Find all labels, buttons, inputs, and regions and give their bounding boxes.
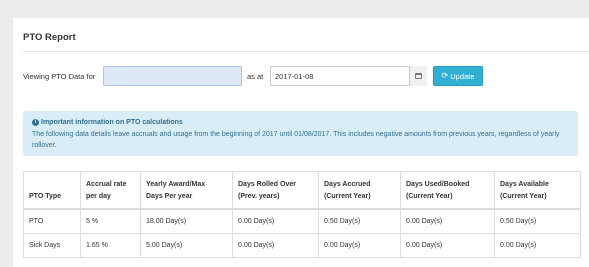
header-days-accrued: Days Accrued (Current Year) <box>318 171 401 210</box>
title-divider <box>23 51 589 52</box>
cell-days-accrued: 0.50 Day(s) <box>318 209 401 234</box>
header-accrual-rate: Accrual rate per day <box>80 171 141 210</box>
header-days-available: Days Available (Current Year) <box>494 171 581 210</box>
employee-input[interactable] <box>103 66 242 86</box>
refresh-icon: ⟳ <box>441 71 449 80</box>
cell-days-available: 0.00 Day(s) <box>494 233 581 258</box>
header-pto-type: PTO Type <box>23 171 81 210</box>
pto-table: PTO Type Accrual rate per day Yearly Awar… <box>23 171 581 258</box>
info-text: The following data details leave accrual… <box>32 130 560 150</box>
table-row: Sick Days 1.65 % 5.00 Day(s) 0.00 Day(s)… <box>23 233 581 258</box>
header-days-used: Days Used/Booked (Current Year) <box>400 171 495 210</box>
page-title: PTO Report <box>23 32 76 43</box>
info-alert: i Important information on PTO calculati… <box>23 111 578 156</box>
calendar-icon <box>415 73 422 79</box>
table-row: PTO 5 % 18.00 Day(s) 0.00 Day(s) 0.50 Da… <box>23 209 581 234</box>
info-circle-icon: i <box>32 119 39 127</box>
cell-days-rolled-over: 0.00 Day(s) <box>232 233 319 258</box>
calendar-button[interactable] <box>409 66 427 86</box>
header-yearly-award: Yearly Award/Max Days Per year <box>140 171 233 210</box>
cell-pto-type: Sick Days <box>23 233 81 258</box>
date-input[interactable]: 2017-01-08 <box>270 66 427 86</box>
cell-yearly-award: 18.00 Day(s) <box>140 209 233 234</box>
table-header-row: PTO Type Accrual rate per day Yearly Awar… <box>23 171 581 210</box>
info-title: Important information on PTO calculation… <box>41 119 183 126</box>
update-label: Update <box>450 71 475 81</box>
cell-days-used: 0.00 Day(s) <box>400 233 495 258</box>
as-at-label: as at <box>247 72 264 81</box>
header-days-rolled-over: Days Rolled Over (Prev. years) <box>232 171 319 210</box>
cell-days-accrued: 0.00 Day(s) <box>318 233 401 258</box>
cell-days-rolled-over: 0.00 Day(s) <box>232 209 319 234</box>
cell-yearly-award: 5.00 Day(s) <box>140 233 233 258</box>
cell-pto-type: PTO <box>23 209 81 234</box>
pto-report-panel: PTO Report Viewing PTO Data for as at 20… <box>13 18 589 267</box>
cell-accrual-rate: 1.65 % <box>80 233 141 258</box>
cell-days-used: 0.00 Day(s) <box>400 209 495 234</box>
cell-days-available: 0.50 Day(s) <box>494 209 581 234</box>
update-button[interactable]: ⟳ Update <box>433 66 483 86</box>
viewing-label: Viewing PTO Data for <box>23 72 96 81</box>
cell-accrual-rate: 5 % <box>80 209 141 234</box>
